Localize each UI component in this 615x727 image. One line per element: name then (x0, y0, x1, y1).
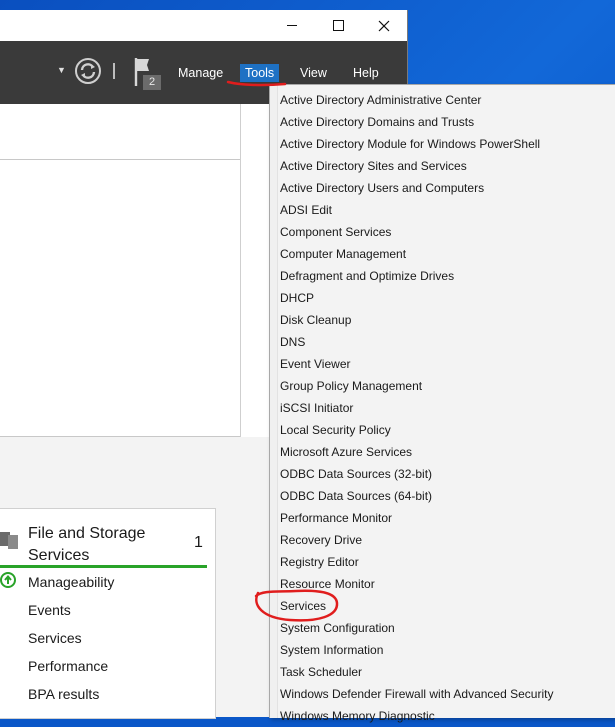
tools-menu-item[interactable]: Component Services (280, 221, 391, 243)
tools-menu-item[interactable]: Task Scheduler (280, 661, 362, 683)
tools-menu-item[interactable]: Group Policy Management (280, 375, 422, 397)
tile-row-performance[interactable]: Performance (28, 658, 108, 674)
tools-menu-item[interactable]: System Information (280, 639, 383, 661)
tools-dropdown-menu: Active Directory Administrative Center Ac… (269, 84, 615, 723)
tools-menu-item[interactable]: Disk Cleanup (280, 309, 351, 331)
tools-menu-item[interactable]: Active Directory Sites and Services (280, 155, 467, 177)
tile-title[interactable]: File and Storage Services (28, 523, 188, 567)
menu-tools[interactable]: Tools (240, 64, 280, 82)
file-storage-services-tile[interactable]: File and Storage Services 1 Manageabilit… (0, 508, 216, 719)
tools-menu-item[interactable]: System Configuration (280, 617, 395, 639)
tile-row-manageability[interactable]: Manageability (28, 574, 114, 590)
tools-menu-item[interactable]: Windows Defender Firewall with Advanced … (280, 683, 553, 705)
tools-menu-item[interactable]: Active Directory Administrative Center (280, 89, 481, 111)
tools-menu-item[interactable]: Event Viewer (280, 353, 350, 375)
panel-divider (0, 159, 240, 160)
tools-menu-item[interactable]: DHCP (280, 287, 314, 309)
tile-row-bpa-results[interactable]: BPA results (28, 686, 99, 702)
tools-menu-item[interactable]: DNS (280, 331, 305, 353)
tools-menu-item[interactable]: Services (280, 595, 326, 617)
tools-menu-item[interactable]: Active Directory Users and Computers (280, 177, 484, 199)
title-bar (0, 10, 407, 41)
tile-count: 1 (194, 534, 203, 551)
file-storage-icon (0, 532, 18, 549)
tools-menu-item[interactable]: Active Directory Module for Windows Powe… (280, 133, 540, 155)
tools-menu-item[interactable]: Defragment and Optimize Drives (280, 265, 454, 287)
tile-row-events[interactable]: Events (28, 602, 71, 618)
status-bar (0, 565, 207, 568)
maximize-button[interactable] (315, 10, 361, 41)
menu-gutter (270, 85, 278, 718)
tile-row-services[interactable]: Services (28, 630, 82, 646)
notification-count-badge: 2 (143, 75, 161, 90)
status-ok-icon (0, 572, 16, 588)
tools-menu-item[interactable]: ODBC Data Sources (32-bit) (280, 463, 432, 485)
tools-menu-item[interactable]: Resource Monitor (280, 573, 375, 595)
tools-menu-item[interactable]: Registry Editor (280, 551, 359, 573)
tools-menu-item[interactable]: Performance Monitor (280, 507, 392, 529)
tools-menu-item[interactable]: Microsoft Azure Services (280, 441, 412, 463)
close-icon (378, 20, 390, 31)
menu-help[interactable]: Help (347, 64, 385, 82)
tools-menu-item[interactable]: Recovery Drive (280, 529, 362, 551)
minimize-button[interactable] (269, 10, 315, 41)
tools-menu-item[interactable]: Local Security Policy (280, 419, 391, 441)
menu-manage[interactable]: Manage (172, 64, 229, 82)
refresh-icon[interactable] (74, 57, 102, 85)
tools-menu-item[interactable]: Active Directory Domains and Trusts (280, 111, 474, 133)
tools-menu-item[interactable]: Computer Management (280, 243, 406, 265)
toolbar-separator (113, 63, 115, 79)
tools-menu-item[interactable]: ADSI Edit (280, 199, 332, 221)
tools-menu-item[interactable]: iSCSI Initiator (280, 397, 353, 419)
close-button[interactable] (361, 10, 407, 41)
tools-menu-item[interactable]: ODBC Data Sources (64-bit) (280, 485, 432, 507)
menu-view[interactable]: View (294, 64, 333, 82)
maximize-icon (332, 20, 344, 31)
minimize-icon (287, 25, 297, 26)
dropdown-arrow-icon[interactable]: ▼ (57, 65, 66, 75)
tools-menu-item[interactable]: Windows Memory Diagnostic (280, 705, 435, 727)
